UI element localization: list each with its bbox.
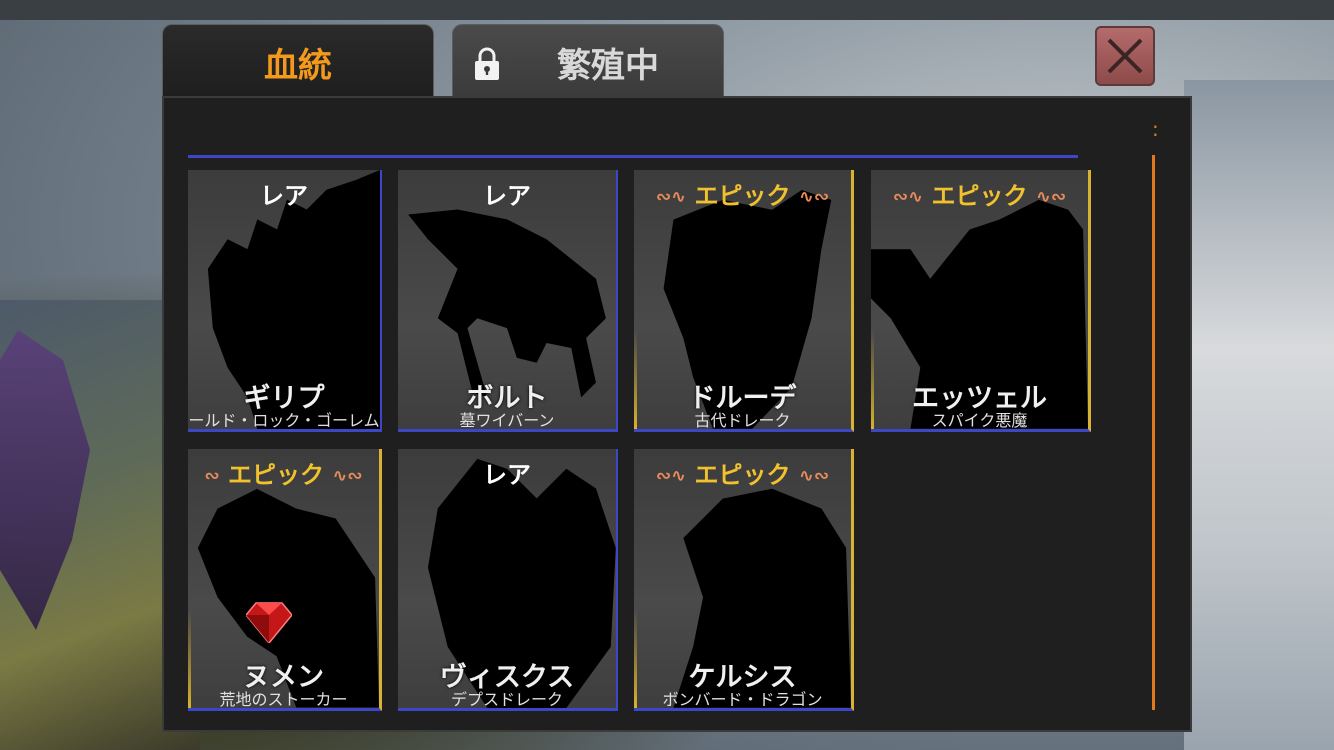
dragon-species: 古代ドレーク: [694, 411, 791, 430]
rarity-label: レア: [483, 461, 531, 489]
rarity-label: ∾∿ エピック ∿∾: [634, 176, 851, 211]
red-gem-icon: [246, 602, 292, 643]
rarity-text: エピック: [931, 182, 1028, 210]
tab-bloodline[interactable]: 血統: [162, 24, 434, 99]
dragon-card-numen[interactable]: ∾ エピック ∿∾ ヌメン 荒地のストーカー: [188, 449, 382, 711]
close-icon: [1107, 38, 1143, 74]
scroll-indicator: :: [1152, 117, 1159, 141]
ornament-icon: ∿∾: [798, 186, 830, 208]
rarity-text: エピック: [227, 461, 324, 489]
dragon-card-viscus[interactable]: レア ヴィスクス デプスドレーク: [398, 449, 618, 711]
background-clouds: [1184, 80, 1334, 750]
background-top: [0, 0, 1334, 20]
dragon-card-gilip[interactable]: レア ギリプ ールド・ロック・ゴーレム: [188, 170, 382, 432]
rarity-label: ∾∿ エピック ∿∾: [871, 176, 1088, 211]
lock-icon: [475, 47, 499, 80]
ornament-icon: ∾∿: [655, 465, 687, 487]
tab-bloodline-label: 血統: [264, 45, 332, 86]
ornament-icon: ∾: [204, 465, 220, 487]
rarity-text: エピック: [694, 461, 791, 489]
dragon-card-drude[interactable]: ∾∿ エピック ∿∾ ドルーデ 古代ドレーク: [634, 170, 854, 432]
dragon-card-bolt[interactable]: レア ボルト 墓ワイバーン: [398, 170, 618, 432]
dragon-species: ールド・ロック・ゴーレム: [188, 411, 380, 430]
dragon-card-etzel[interactable]: ∾∿ エピック ∿∾ エッツェル スパイク悪魔: [871, 170, 1091, 432]
rarity-label: ∾ エピック ∿∾: [188, 455, 379, 490]
close-button[interactable]: [1095, 26, 1155, 86]
ornament-icon: ∾∿: [892, 186, 924, 208]
dragon-species: 荒地のストーカー: [219, 690, 348, 709]
rarity-label: ∾∿ エピック ∿∾: [634, 455, 851, 490]
rarity-label: レア: [260, 182, 308, 210]
rarity-text: エピック: [694, 182, 791, 210]
ornament-icon: ∿∾: [798, 465, 830, 487]
dragon-species: スパイク悪魔: [931, 411, 1028, 430]
rarity-label: レア: [483, 182, 531, 210]
ornament-icon: ∿∾: [1035, 186, 1067, 208]
scrollbar[interactable]: [1152, 155, 1155, 710]
dragon-card-kelsis[interactable]: ∾∿ エピック ∿∾ ケルシス ボンバード・ドラゴン: [634, 449, 854, 711]
ornament-icon: ∿∾: [332, 465, 363, 487]
tab-breeding-label: 繁殖中: [557, 45, 659, 86]
tab-breeding[interactable]: 繁殖中: [452, 24, 724, 99]
section-divider: [188, 155, 1078, 158]
dragon-species: ボンバード・ドラゴン: [662, 690, 823, 709]
dragon-species: デプスドレーク: [450, 690, 563, 709]
ornament-icon: ∾∿: [655, 186, 687, 208]
dragon-species: 墓ワイバーン: [459, 411, 555, 430]
